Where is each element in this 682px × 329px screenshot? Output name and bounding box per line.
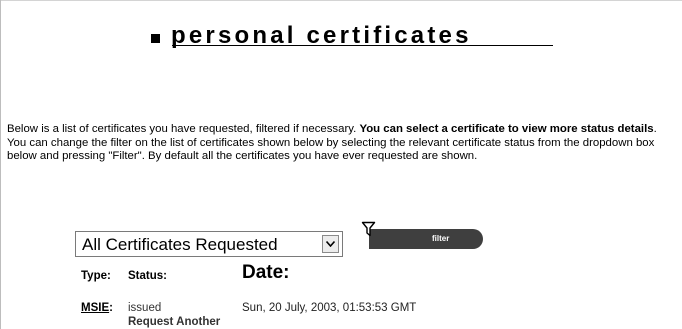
table-row-date: Sun, 20 July, 2003, 01:53:53 GMT — [242, 302, 417, 314]
intro-paragraph: Below is a list of certificates you have… — [7, 123, 677, 164]
column-header-type: Type: — [81, 270, 111, 282]
chevron-down-icon — [326, 241, 335, 247]
request-another-link[interactable]: Request Another — [128, 315, 220, 329]
intro-text-start: Below is a list of certificates you have… — [7, 123, 360, 135]
column-header-date: Date: — [242, 262, 290, 283]
filter-button[interactable]: filter — [369, 229, 483, 249]
table-row-status: issued — [128, 302, 162, 314]
filter-selected-value: All Certificates Requested — [82, 235, 278, 254]
table-row-type: MSIE: — [81, 301, 113, 315]
frame-left-border — [0, 0, 1, 329]
title-underline — [172, 45, 553, 46]
page-title-block: personal certificates — [151, 22, 553, 50]
frame-top-border — [0, 0, 682, 1]
funnel-icon — [361, 221, 376, 237]
dropdown-arrow-button[interactable] — [322, 235, 339, 253]
certificate-type-link[interactable]: MSIE — [81, 302, 109, 314]
column-header-status: Status: — [128, 270, 167, 282]
filter-button-label: filter — [432, 234, 450, 243]
title-bullet-icon — [151, 34, 160, 43]
type-colon: : — [109, 302, 113, 314]
intro-text-bold: You can select a certificate to view mor… — [359, 123, 654, 135]
certificate-filter-select[interactable]: All Certificates Requested — [75, 231, 343, 257]
